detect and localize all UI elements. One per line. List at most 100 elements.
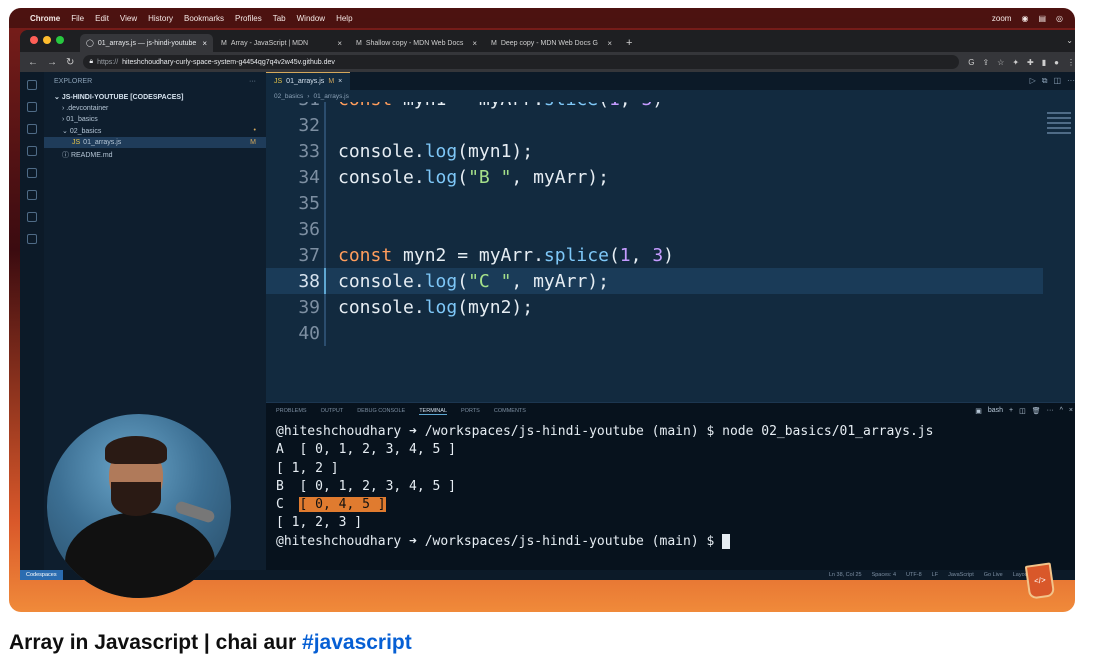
code-text: console.log("C ", myArr);	[338, 270, 609, 292]
compare-icon[interactable]: ⧉	[1042, 76, 1048, 86]
run-icon[interactable]: ▷	[1030, 76, 1036, 86]
docker-icon[interactable]	[27, 212, 37, 222]
code-line[interactable]: 39 console.log(myn2);	[266, 294, 1043, 320]
code-area[interactable]: 31const myn1 = myArr.slice(1, 3) 32 33 co…	[266, 102, 1075, 402]
share-icon[interactable]: ⇪	[982, 58, 989, 67]
profile-avatar-icon[interactable]: ●	[1054, 58, 1059, 67]
code-line[interactable]: 34 console.log("B ", myArr);	[266, 164, 1043, 190]
explorer-icon[interactable]	[27, 80, 37, 90]
tree-item-01-arrays-js[interactable]: JS 01_arrays.js M	[44, 137, 266, 148]
status-go-live[interactable]: Go Live	[984, 572, 1003, 578]
code-line[interactable]: 35	[266, 190, 1043, 216]
menu-item-file[interactable]: File	[71, 14, 84, 23]
new-tab-button[interactable]: +	[620, 37, 638, 52]
tree-item-01-basics[interactable]: › 01_basics	[44, 114, 266, 125]
status-encoding[interactable]: UTF-8	[906, 572, 922, 578]
tab-problems[interactable]: PROBLEMS	[276, 408, 307, 414]
source-control-icon[interactable]	[27, 124, 37, 134]
tab-comments[interactable]: COMMENTS	[494, 408, 526, 414]
tab-terminal[interactable]: TERMINAL	[419, 408, 447, 415]
search-icon[interactable]	[27, 102, 37, 112]
bookmark-star-icon[interactable]: ☆	[997, 58, 1004, 67]
tree-item-devcontainer[interactable]: › .devcontainer	[44, 103, 266, 114]
reload-icon[interactable]: ↻	[66, 57, 74, 68]
new-terminal-icon[interactable]: +	[1009, 407, 1013, 415]
close-tab-icon[interactable]: ×	[607, 39, 612, 48]
extensions-icon[interactable]	[27, 168, 37, 178]
menu-item-profiles[interactable]: Profiles	[235, 14, 262, 23]
zoom-window-button[interactable]	[56, 36, 64, 44]
video-frame[interactable]: Chrome File Edit View History Bookmarks …	[9, 8, 1075, 612]
remote-explorer-icon[interactable]	[27, 190, 37, 200]
code-line[interactable]: 31const myn1 = myArr.slice(1, 3)	[266, 102, 1043, 112]
code-line[interactable]: 33 console.log(myn1);	[266, 138, 1043, 164]
shell-label[interactable]: bash	[988, 407, 1003, 415]
close-tab-icon[interactable]: ×	[472, 39, 477, 48]
lightning-icon[interactable]	[27, 234, 37, 244]
tab-search-chevron-icon[interactable]: ⌄	[1066, 36, 1073, 45]
menu-item-window[interactable]: Window	[297, 14, 325, 23]
editor-more-icon[interactable]: ···	[1067, 76, 1075, 86]
browser-tab-arrays[interactable]: ◯ 01_arrays.js — js-hindi-youtube ×	[80, 34, 213, 52]
status-cursor-pos[interactable]: Ln 38, Col 25	[829, 572, 862, 578]
menu-item-help[interactable]: Help	[336, 14, 352, 23]
terminal-output[interactable]: @hiteshchoudhary ➜ /workspaces/js-hindi-…	[266, 419, 1075, 551]
puzzle-icon[interactable]: ✚	[1027, 58, 1034, 67]
tree-item-02-basics[interactable]: ⌄ 02_basics •	[44, 125, 266, 137]
code-line[interactable]: 37 const myn2 = myArr.splice(1, 3)	[266, 242, 1043, 268]
panel-more-icon[interactable]: ···	[1047, 407, 1054, 415]
split-editor-icon[interactable]: ◫	[1053, 76, 1061, 86]
line-number: 40	[266, 320, 326, 346]
tab-debug-console[interactable]: DEBUG CONSOLE	[357, 408, 405, 414]
tree-item-readme[interactable]: ⓘ README.md	[44, 148, 266, 162]
workspace-root[interactable]: ⌄ JS-HINDI-YOUTUBE [CODESPACES]	[44, 91, 266, 103]
status-eol[interactable]: LF	[932, 572, 938, 578]
menu-app-name[interactable]: Chrome	[30, 14, 60, 23]
trash-icon[interactable]: 🗑︎	[1032, 407, 1041, 415]
close-panel-icon[interactable]: ×	[1069, 407, 1073, 415]
browser-tab-deep-copy[interactable]: M Deep copy - MDN Web Docs G ×	[485, 34, 618, 52]
menu-item-tab[interactable]: Tab	[273, 14, 286, 23]
code-line[interactable]: 40	[266, 320, 1043, 346]
menu-item-history[interactable]: History	[148, 14, 173, 23]
tab-output[interactable]: OUTPUT	[321, 408, 344, 414]
back-arrow-icon[interactable]: ←	[28, 57, 38, 68]
code-line-active[interactable]: 38 console.log("C ", myArr);	[266, 268, 1043, 294]
tab-ports[interactable]: PORTS	[461, 408, 480, 414]
more-actions-icon[interactable]: ···	[249, 78, 256, 85]
url-bar[interactable]: 🔒︎ https://hiteshchoudhary-curly-space-s…	[83, 55, 960, 69]
code-line[interactable]: 32	[266, 112, 1043, 138]
code-line[interactable]: 36	[266, 216, 1043, 242]
terminal-prompt: @hiteshchoudhary ➜ /workspaces/js-hindi-…	[276, 424, 934, 439]
editor-tab-01-arrays[interactable]: JS 01_arrays.js M ×	[266, 72, 351, 90]
breadcrumb-folder[interactable]: 02_basics	[274, 93, 303, 100]
close-tab-icon[interactable]: ×	[337, 39, 342, 48]
menu-item-bookmarks[interactable]: Bookmarks	[184, 14, 224, 23]
hashtag-link[interactable]: #javascript	[302, 631, 412, 654]
status-language[interactable]: JavaScript	[948, 572, 974, 578]
menu-item-edit[interactable]: Edit	[95, 14, 109, 23]
browser-tab-shallow-copy[interactable]: M Shallow copy - MDN Web Docs ×	[350, 34, 483, 52]
extension-icon[interactable]: ✦	[1012, 58, 1019, 67]
codespaces-button[interactable]: Codespaces	[20, 570, 63, 580]
close-tab-icon[interactable]: ×	[202, 39, 207, 48]
control-center-icon[interactable]: ▤	[1038, 14, 1046, 23]
zoom-label[interactable]: zoom	[992, 14, 1012, 23]
siri-icon[interactable]: ◎	[1056, 14, 1063, 23]
split-terminal-icon[interactable]: ◫	[1019, 407, 1026, 415]
forward-arrow-icon[interactable]: →	[47, 57, 57, 68]
maximize-panel-icon[interactable]: ^	[1060, 407, 1063, 415]
minimap[interactable]	[1047, 112, 1071, 142]
sidepanel-icon[interactable]: ▮	[1042, 58, 1046, 67]
minimize-window-button[interactable]	[43, 36, 51, 44]
wifi-icon[interactable]: ◉	[1021, 14, 1028, 23]
google-lens-icon[interactable]: G	[968, 58, 974, 67]
breadcrumb-file[interactable]: 01_arrays.js	[313, 93, 348, 100]
close-window-button[interactable]	[30, 36, 38, 44]
status-spaces[interactable]: Spaces: 4	[872, 572, 896, 578]
menu-item-view[interactable]: View	[120, 14, 137, 23]
browser-tab-mdn-array[interactable]: M Array - JavaScript | MDN ×	[215, 34, 348, 52]
kebab-menu-icon[interactable]: ⋮	[1067, 58, 1075, 67]
close-tab-icon[interactable]: ×	[338, 78, 342, 85]
run-debug-icon[interactable]	[27, 146, 37, 156]
